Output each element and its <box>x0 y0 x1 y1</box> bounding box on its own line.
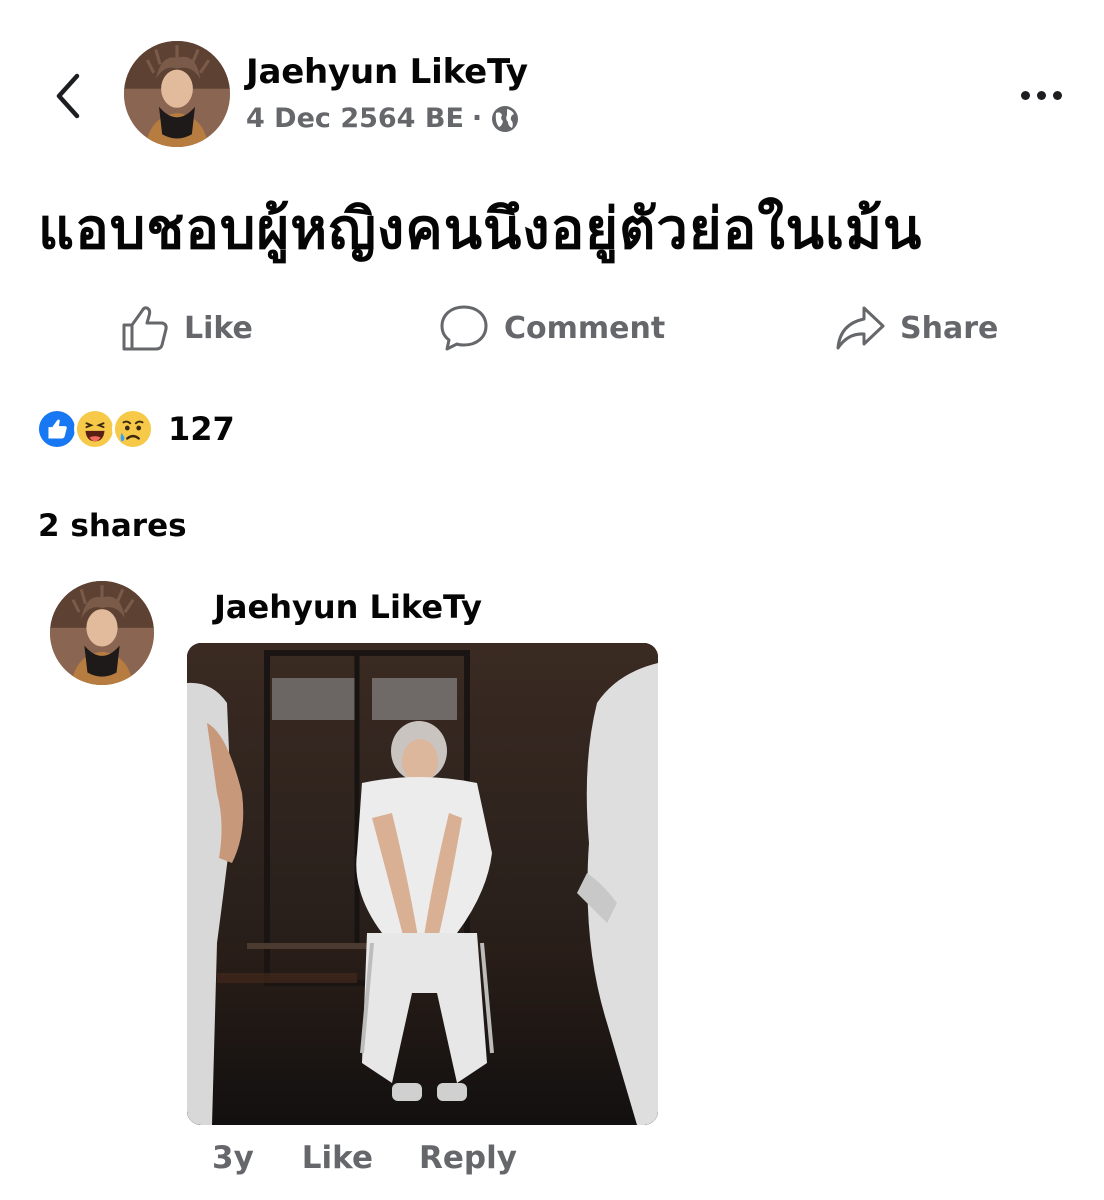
comment-like-button[interactable]: Like <box>302 1140 373 1176</box>
share-label: Share <box>900 310 999 346</box>
meta-separator: · <box>471 103 483 134</box>
stage-performance-image <box>187 643 658 1125</box>
like-button[interactable]: Like <box>120 300 253 356</box>
dot-icon <box>1052 90 1062 100</box>
comment-actions: 3y Like Reply <box>212 1140 517 1176</box>
post-detail-screen: Jaehyun LikeTy 4 Dec 2564 BE · แอบชอบผู้… <box>0 0 1104 1200</box>
comment-label: Comment <box>504 310 666 346</box>
like-label: Like <box>184 310 253 346</box>
post-date[interactable]: 4 Dec 2564 BE <box>246 103 464 134</box>
post-meta: 4 Dec 2564 BE · <box>246 103 520 134</box>
chevron-left-icon <box>56 73 80 119</box>
back-button[interactable] <box>40 66 96 126</box>
globe-icon <box>492 105 519 132</box>
share-arrow-icon <box>836 306 885 350</box>
comment-time: 3y <box>212 1140 254 1176</box>
comment-photo[interactable] <box>187 643 658 1125</box>
like-reaction-icon <box>36 408 78 450</box>
avatar-photo <box>124 41 230 147</box>
dot-icon <box>1036 90 1046 100</box>
comment-reply-button[interactable]: Reply <box>419 1140 517 1176</box>
haha-reaction-icon <box>74 408 116 450</box>
comment-button[interactable]: Comment <box>438 300 665 356</box>
post-text: แอบชอบผู้หญิงคนนึงอยู่ตัวย่อในเม้น <box>38 197 923 262</box>
commenter-avatar[interactable] <box>50 581 154 685</box>
more-options-button[interactable] <box>1010 78 1072 112</box>
thumbs-up-icon <box>122 306 168 351</box>
author-avatar[interactable] <box>124 41 230 147</box>
share-button[interactable]: Share <box>834 300 998 356</box>
dot-icon <box>1020 90 1030 100</box>
author-name[interactable]: Jaehyun LikeTy <box>246 52 528 92</box>
sad-reaction-icon <box>112 408 154 450</box>
reactions-summary[interactable]: 127 <box>36 406 235 452</box>
commenter-name[interactable]: Jaehyun LikeTy <box>214 588 482 626</box>
shares-count[interactable]: 2 shares <box>38 508 187 544</box>
avatar-photo <box>50 581 154 685</box>
reaction-count: 127 <box>168 410 235 448</box>
comment-bubble-icon <box>440 305 488 351</box>
